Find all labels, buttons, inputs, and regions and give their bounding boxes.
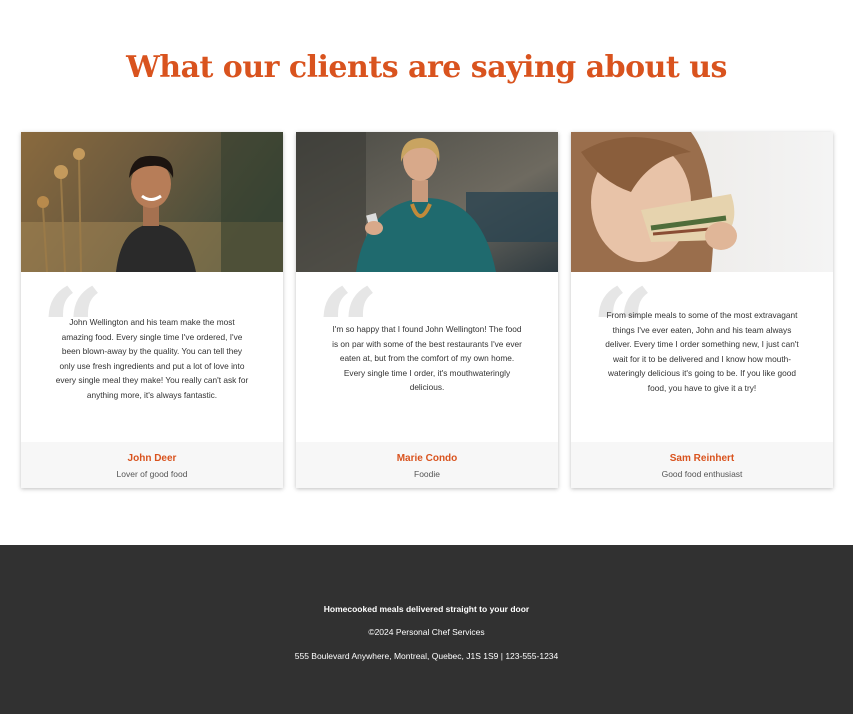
client-role: Lover of good food [116, 469, 188, 479]
testimonial-card: “ I'm so happy that I found John Welling… [296, 132, 558, 488]
client-role: Foodie [414, 469, 440, 479]
testimonial-card: “ John Wellington and his team make the … [21, 132, 283, 488]
footer-tagline: Homecooked meals delivered straight to y… [323, 604, 530, 614]
testimonial-card: “ From simple meals to some of the most … [571, 132, 833, 488]
testimonial-quote: I'm so happy that I found John Wellingto… [332, 324, 522, 392]
testimonial-body: “ John Wellington and his team make the … [21, 272, 283, 442]
client-photo [571, 132, 833, 272]
testimonial-quote: From simple meals to some of the most ex… [605, 310, 799, 393]
testimonial-quote: John Wellington and his team make the mo… [55, 317, 249, 400]
client-name: John Deer [127, 453, 177, 464]
client-photo [296, 132, 558, 272]
client-photo [21, 132, 283, 272]
testimonial-body: “ From simple meals to some of the most … [571, 272, 833, 442]
footer-copyright: ©2024 Personal Chef Services [368, 627, 485, 637]
testimonial-footer: Sam Reinhert Good food enthusiast [571, 442, 833, 488]
client-name: Sam Reinhert [669, 453, 735, 464]
testimonial-footer: Marie Condo Foodie [296, 442, 558, 488]
client-name: Marie Condo [396, 453, 458, 464]
testimonial-footer: John Deer Lover of good food [21, 442, 283, 488]
site-footer: Homecooked meals delivered straight to y… [0, 545, 853, 714]
section-title: What our clients are saying about us [126, 50, 727, 85]
testimonial-body: “ I'm so happy that I found John Welling… [296, 272, 558, 442]
client-role: Good food enthusiast [661, 469, 743, 479]
footer-address: 555 Boulevard Anywhere, Montreal, Quebec… [294, 651, 559, 661]
